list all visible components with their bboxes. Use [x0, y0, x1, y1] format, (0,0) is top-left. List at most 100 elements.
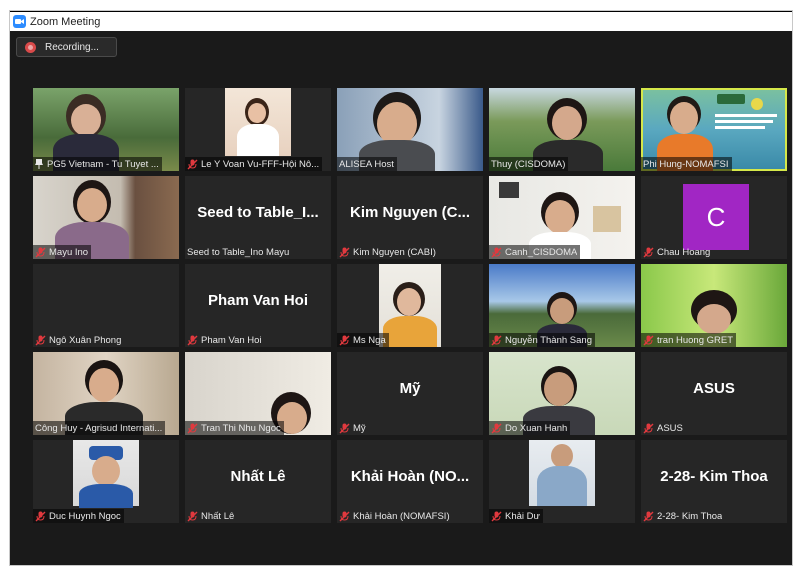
participant-name: 2-28- Kim Thoa [657, 510, 723, 522]
name-bar: Khải Hoàn (NOMAFSI) [337, 509, 453, 523]
video-feed [529, 440, 595, 506]
participant-tile[interactable]: Ms Nga [337, 264, 483, 347]
name-bar: Le Y Voan Vu-FFF-Hội Nô... [185, 157, 323, 171]
name-bar: Pham Van Hoi [185, 333, 265, 347]
participant-display-name: Pham Van Hoi [207, 292, 309, 309]
name-bar: Công Huy - Agrisud Internati... [33, 421, 166, 435]
participant-tile[interactable]: Le Y Voan Vu-FFF-Hội Nô... [185, 88, 331, 171]
participant-name: Seed to Table_Ino Mayu [187, 246, 290, 258]
name-bar: Ms Nga [337, 333, 389, 347]
name-bar: Tran Thi Nhu Ngoc [185, 421, 284, 435]
zoom-window: Zoom Meeting Recording... PG5 Vietnam - … [9, 10, 793, 566]
name-bar: PG5 Vietnam - Tu Tuyet ... [33, 157, 162, 171]
participant-tile[interactable]: Ngô Xuân Phong [33, 264, 179, 347]
participant-display-name: Mỹ [399, 380, 421, 397]
name-bar: Kim Nguyen (CABI) [337, 245, 439, 259]
participant-name: Duc Huynh Ngoc [49, 510, 121, 522]
participant-name: Nguyễn Thành Sang [505, 334, 592, 346]
muted-mic-icon [339, 511, 350, 521]
participant-tile[interactable]: C Chau Hoang [641, 176, 787, 259]
name-bar: 2-28- Kim Thoa [641, 509, 725, 523]
muted-mic-icon [187, 423, 198, 433]
participant-name: Phi Hung-NOMAFSI [643, 158, 729, 170]
muted-mic-icon [643, 423, 654, 433]
record-icon [25, 41, 36, 53]
muted-mic-icon [339, 247, 350, 257]
participant-tile[interactable]: Khải Dư [489, 440, 635, 523]
muted-mic-icon [187, 511, 198, 521]
participant-tile[interactable]: Nhất Lê Nhất Lê [185, 440, 331, 523]
participant-tile[interactable]: ALISEA Host [337, 88, 483, 171]
participant-tile[interactable]: Canh_CISDOMA [489, 176, 635, 259]
participant-name: tran Huong GRET [657, 334, 734, 346]
name-bar: Nguyễn Thành Sang [489, 333, 595, 347]
participant-tile[interactable]: Seed to Table_I... Seed to Table_Ino May… [185, 176, 331, 259]
video-feed [73, 440, 139, 508]
participant-tile[interactable]: Pham Van Hoi Pham Van Hoi [185, 264, 331, 347]
name-bar: tran Huong GRET [641, 333, 737, 347]
participant-tile[interactable]: Khải Hoàn (NO... Khải Hoàn (NOMAFSI) [337, 440, 483, 523]
participant-tile[interactable]: 2-28- Kim Thoa 2-28- Kim Thoa [641, 440, 787, 523]
participant-name: Pham Van Hoi [201, 334, 262, 346]
participant-tile[interactable]: ASUS ASUS [641, 352, 787, 435]
name-bar: Nhất Lê [185, 509, 237, 523]
participant-name: Canh_CISDOMA [505, 246, 578, 258]
muted-mic-icon [35, 247, 46, 257]
participant-tile[interactable]: Nguyễn Thành Sang [489, 264, 635, 347]
participant-name: Nhất Lê [201, 510, 235, 522]
participant-name: Ms Nga [353, 334, 386, 346]
participant-name: ASUS [657, 422, 683, 434]
muted-mic-icon [491, 423, 502, 433]
name-bar: Phi Hung-NOMAFSI [641, 157, 732, 171]
participant-tile[interactable]: Công Huy - Agrisud Internati... [33, 352, 179, 435]
participant-tile[interactable]: Mayu Ino [33, 176, 179, 259]
muted-mic-icon [187, 159, 198, 169]
participant-display-name: ASUS [693, 380, 735, 397]
zoom-logo-icon [13, 15, 26, 28]
participant-display-name: 2-28- Kim Thoa [660, 468, 768, 485]
participant-display-name: Kim Nguyen (C... [349, 204, 470, 221]
name-bar: Mỹ [337, 421, 369, 435]
participant-tile[interactable]: tran Huong GRET [641, 264, 787, 347]
participant-name: Le Y Voan Vu-FFF-Hội Nô... [201, 158, 320, 170]
participant-tile[interactable]: Mỹ Mỹ [337, 352, 483, 435]
recording-label: Recording... [45, 41, 99, 53]
name-bar: Chau Hoang [641, 245, 713, 259]
muted-mic-icon [491, 335, 502, 345]
participant-tile[interactable]: Kim Nguyen (C... Kim Nguyen (CABI) [337, 176, 483, 259]
participant-tile-active-speaker[interactable]: Phi Hung-NOMAFSI [641, 88, 787, 171]
participant-name: Công Huy - Agrisud Internati... [35, 422, 163, 434]
participant-display-name: Nhất Lê [230, 468, 286, 485]
participant-tile[interactable]: Thuy (CISDOMA) [489, 88, 635, 171]
name-bar: ALISEA Host [337, 157, 397, 171]
muted-mic-icon [35, 511, 46, 521]
name-bar: Ngô Xuân Phong [33, 333, 124, 347]
meeting-stage: Recording... PG5 Vietnam - Tu Tuyet ... [10, 31, 792, 565]
title-bar: Zoom Meeting [10, 11, 792, 31]
muted-mic-icon [187, 335, 198, 345]
pin-icon [35, 159, 43, 169]
window-title: Zoom Meeting [30, 15, 101, 28]
participant-name: Do Xuan Hanh [505, 422, 568, 434]
muted-mic-icon [491, 511, 502, 521]
participant-tile[interactable]: Tran Thi Nhu Ngoc [185, 352, 331, 435]
name-bar: Seed to Table_Ino Mayu [185, 245, 292, 259]
participant-name: Khải Hoàn (NOMAFSI) [353, 510, 450, 522]
participant-name: Kim Nguyen (CABI) [353, 246, 436, 258]
name-bar: Khải Dư [489, 509, 543, 523]
participant-tile[interactable]: Duc Huynh Ngoc [33, 440, 179, 523]
participant-name: Khải Dư [505, 510, 540, 522]
recording-indicator-button[interactable]: Recording... [16, 37, 117, 57]
participant-name: Chau Hoang [657, 246, 711, 258]
muted-mic-icon [643, 335, 654, 345]
participant-tile[interactable]: Do Xuan Hanh [489, 352, 635, 435]
muted-mic-icon [643, 247, 654, 257]
name-bar: Do Xuan Hanh [489, 421, 571, 435]
video-feed [225, 88, 291, 156]
muted-mic-icon [339, 423, 350, 433]
participant-name: Ngô Xuân Phong [49, 334, 122, 346]
name-bar: Duc Huynh Ngoc [33, 509, 124, 523]
participant-display-name: Khải Hoàn (NO... [350, 468, 470, 485]
name-bar: Canh_CISDOMA [489, 245, 581, 259]
participant-tile[interactable]: PG5 Vietnam - Tu Tuyet ... [33, 88, 179, 171]
